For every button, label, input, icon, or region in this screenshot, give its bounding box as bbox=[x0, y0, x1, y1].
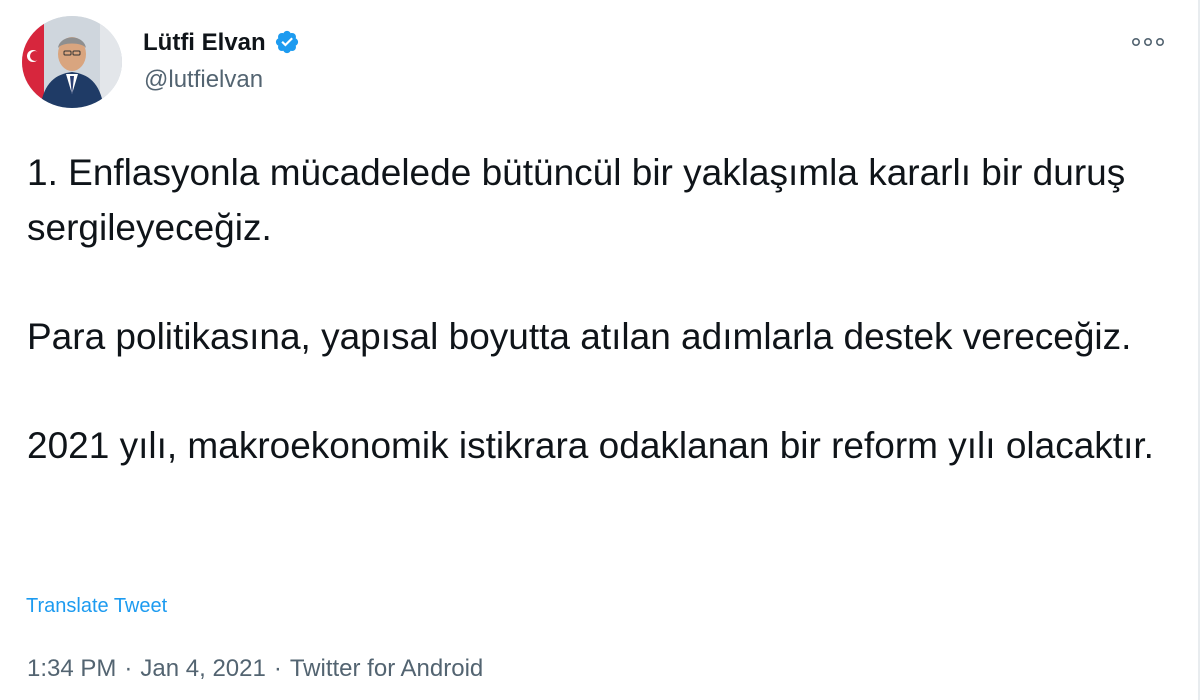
tweet-meta: 1:34 PM · Jan 4, 2021 · Twitter for Android bbox=[27, 653, 483, 685]
tweet-paragraph: Para politikasına, yapısal boyutta atıla… bbox=[27, 316, 1132, 357]
tweet-text: 1. Enflasyonla mücadelede bütüncül bir y… bbox=[27, 145, 1177, 527]
translate-tweet-link[interactable]: Translate Tweet bbox=[26, 592, 167, 620]
tweet-paragraph: 1. Enflasyonla mücadelede bütüncül bir y… bbox=[27, 152, 1126, 248]
more-options-button[interactable] bbox=[1126, 28, 1170, 56]
meta-separator: · bbox=[273, 655, 282, 682]
tweet-source[interactable]: Twitter for Android bbox=[290, 655, 483, 682]
tweet-date[interactable]: Jan 4, 2021 bbox=[140, 655, 265, 682]
display-name-text: Lütfi Elvan bbox=[143, 29, 266, 56]
more-icon bbox=[1131, 37, 1164, 47]
display-name[interactable]: Lütfi Elvan bbox=[143, 27, 300, 59]
tweet-card: Lütfi Elvan @lutfielvan 1. Enflasyonla m… bbox=[0, 0, 1200, 700]
avatar-image bbox=[22, 16, 122, 108]
meta-separator: · bbox=[124, 655, 133, 682]
avatar[interactable] bbox=[22, 16, 122, 108]
verified-badge-icon bbox=[276, 30, 299, 54]
tweet-paragraph: 2021 yılı, makroekonomik istikrara odakl… bbox=[27, 425, 1154, 466]
handle[interactable]: @lutfielvan bbox=[144, 64, 263, 96]
tweet-time[interactable]: 1:34 PM bbox=[27, 655, 116, 682]
